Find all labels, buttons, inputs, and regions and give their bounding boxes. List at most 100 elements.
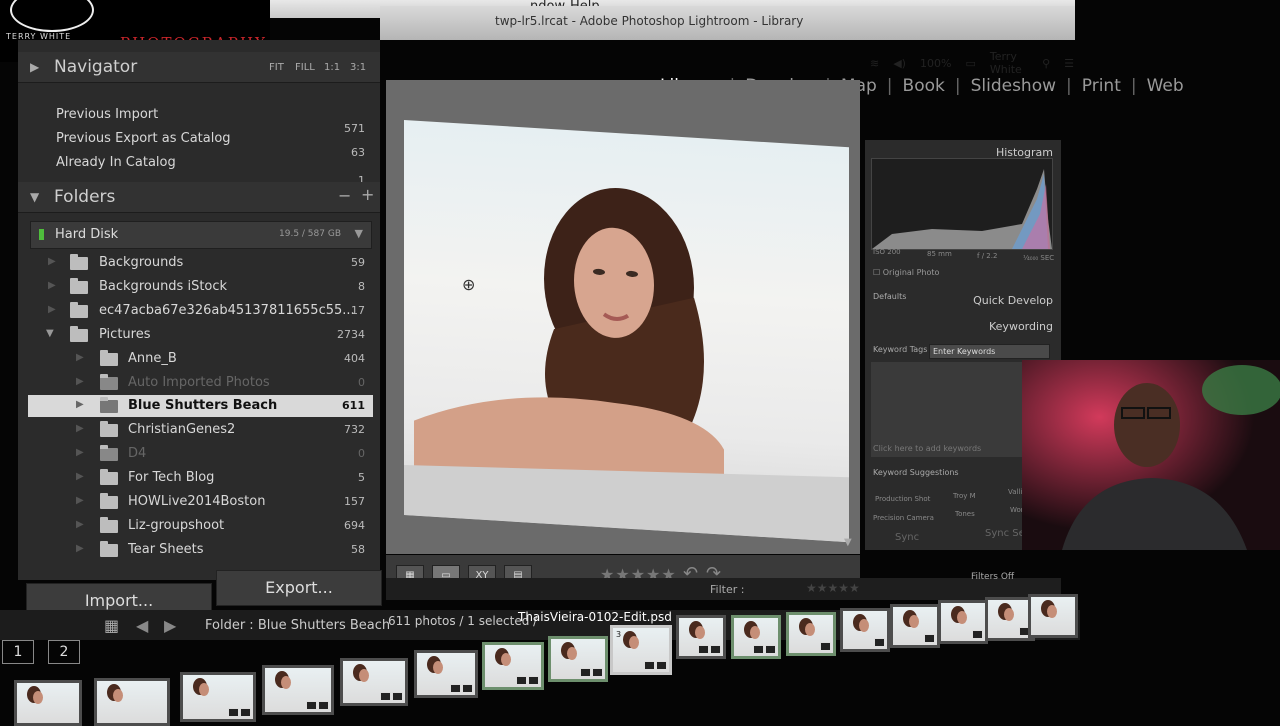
filmstrip-thumbnail[interactable] — [94, 678, 170, 726]
filters-off-select[interactable]: Filters Off — [971, 572, 1014, 582]
volume-menu-icon[interactable]: ▼ — [355, 227, 363, 240]
filmstrip-thumbnail[interactable] — [14, 680, 82, 726]
folder-source-label[interactable]: Folder : Blue Shutters Beach — [205, 618, 390, 633]
disclosure-right-icon[interactable]: ▶ — [76, 495, 84, 506]
keywording-header[interactable]: Keywording — [989, 320, 1053, 333]
zoom-fill[interactable]: FILL — [295, 62, 315, 73]
wifi-icon[interactable]: ≋ — [870, 57, 879, 70]
thumbnail-subject — [695, 626, 705, 639]
filmstrip-thumbnail[interactable] — [731, 615, 781, 659]
thumbnail-subject — [113, 689, 123, 702]
catalog-count: 571 — [344, 122, 365, 135]
zoom-3-1[interactable]: 3:1 — [350, 62, 366, 73]
folder-row[interactable]: ▶ Backgrounds 59 — [28, 252, 373, 274]
original-photo-label: Original Photo — [882, 268, 940, 277]
module-book[interactable]: Book — [903, 76, 945, 96]
arrow-left-icon[interactable]: ◀ — [136, 616, 148, 635]
filmstrip-thumbnail[interactable] — [482, 642, 544, 690]
export-button[interactable]: Export... — [216, 570, 382, 606]
thumbnail-badge-icon — [228, 708, 239, 717]
filmstrip-thumbnail[interactable] — [786, 612, 836, 656]
quick-develop-header[interactable]: Quick Develop — [973, 294, 1053, 307]
folder-row[interactable]: ▶ ChristianGenes2 732 — [28, 419, 373, 441]
folder-row[interactable]: ▶ Auto Imported Photos 0 — [28, 372, 373, 394]
secondary-window-2-button[interactable]: 2 — [48, 640, 80, 664]
disclosure-right-icon[interactable]: ▶ — [76, 519, 84, 530]
volume-status-led — [39, 229, 44, 240]
disclosure-right-icon[interactable]: ▶ — [76, 471, 84, 482]
spotlight-search-icon[interactable]: ⚲ — [1042, 57, 1050, 70]
filmstrip-thumbnail[interactable] — [938, 600, 988, 644]
thumbnail-badge-icon — [580, 668, 591, 677]
user-name[interactable]: Terry White — [990, 50, 1028, 76]
remove-folder-button[interactable]: − — [338, 186, 351, 205]
folder-icon — [100, 469, 118, 485]
battery-icon[interactable]: ▭ — [965, 57, 975, 70]
filmstrip-thumbnail[interactable] — [840, 608, 890, 652]
disclosure-right-icon[interactable]: ▶ — [76, 399, 84, 410]
filter-rating-stars[interactable]: ★★★★★ — [806, 581, 860, 595]
sync-button[interactable]: Sync — [895, 532, 919, 543]
keyword-suggestion[interactable]: Troy M — [953, 492, 976, 500]
selected-filename[interactable]: ThaisVieira-0102-Edit.psd — [518, 610, 672, 624]
filmstrip-thumbnail-selected[interactable]: 3 — [610, 625, 672, 675]
disclosure-right-icon[interactable]: ▶ — [48, 280, 56, 291]
keyword-suggestion[interactable]: Production Shot — [875, 495, 930, 503]
filmstrip-thumbnail[interactable] — [262, 665, 334, 715]
disclosure-right-icon[interactable]: ▶ — [48, 256, 56, 267]
module-web[interactable]: Web — [1147, 76, 1184, 96]
filmstrip-thumbnail[interactable] — [180, 672, 256, 722]
toolbar-menu-icon[interactable]: ▼ — [844, 537, 852, 548]
disclosure-down-icon[interactable]: ▼ — [46, 328, 54, 339]
folder-row[interactable]: ▶ Tear Sheets 58 — [28, 539, 373, 561]
secondary-window-1-button[interactable]: 1 — [2, 640, 34, 664]
folder-icon — [70, 278, 88, 294]
disclosure-right-icon[interactable]: ▶ — [76, 447, 84, 458]
folders-header[interactable]: ▼ Folders − + — [18, 182, 380, 213]
disclosure-right-icon[interactable]: ▶ — [76, 423, 84, 434]
arrow-right-icon[interactable]: ▶ — [164, 616, 176, 635]
filmstrip-thumbnail[interactable] — [414, 650, 478, 698]
add-folder-button[interactable]: + — [361, 185, 374, 204]
folder-row[interactable]: ▶ HOWLive2014Boston 157 — [28, 491, 373, 513]
navigator-header[interactable]: ▶ Navigator FIT FILL 1:1 3:1 — [18, 52, 380, 83]
notification-list-icon[interactable]: ☰ — [1064, 57, 1074, 70]
filmstrip-thumbnail[interactable] — [1028, 594, 1078, 638]
module-slideshow[interactable]: Slideshow — [971, 76, 1056, 96]
folder-row[interactable]: ▶ Liz-groupshoot 694 — [28, 515, 373, 537]
zoom-1-1[interactable]: 1:1 — [324, 62, 340, 73]
disclosure-right-icon[interactable]: ▶ — [76, 543, 84, 554]
keyword-suggestion[interactable]: Precision Camera — [873, 514, 934, 522]
zoom-fit[interactable]: FIT — [269, 62, 284, 73]
volume-hard-disk[interactable]: Hard Disk 19.5 / 587 GB ▼ — [30, 221, 372, 249]
main-photo[interactable] — [404, 120, 849, 543]
filmstrip-thumbnail[interactable] — [676, 615, 726, 659]
disclosure-right-icon[interactable]: ▶ — [48, 304, 56, 315]
folder-row[interactable]: ▶ Anne_B 404 — [28, 348, 373, 370]
original-photo-checkbox[interactable]: ☐ Original Photo — [873, 268, 939, 277]
volume-icon[interactable]: ◀) — [893, 57, 906, 70]
disclosure-right-icon[interactable]: ▶ — [76, 352, 84, 363]
filmstrip-thumbnail[interactable] — [890, 604, 940, 648]
disclosure-right-icon[interactable]: ▶ — [30, 60, 39, 74]
preset-select[interactable]: Defaults — [873, 292, 906, 301]
filmstrip-thumbnail[interactable] — [340, 658, 408, 706]
keyword-suggestion[interactable]: Tones — [955, 510, 975, 518]
folder-row-selected[interactable]: ▶ Blue Shutters Beach 611 — [28, 395, 373, 417]
module-separator: | — [954, 76, 961, 96]
grid-view-icon[interactable]: ▦ — [104, 616, 119, 635]
disclosure-down-icon[interactable]: ▼ — [30, 190, 39, 204]
folder-row[interactable]: ▶ ec47acba67e326ab45137811655c55... 17 — [28, 300, 373, 322]
catalog-previous-import[interactable]: Previous Import — [28, 104, 373, 126]
keyword-tags-input[interactable]: Enter Keywords — [929, 344, 1050, 359]
folder-row[interactable]: ▶ For Tech Blog 5 — [28, 467, 373, 489]
catalog-previous-export[interactable]: Previous Export as Catalog 571 — [28, 122, 373, 150]
folder-row[interactable]: ▼ Pictures 2734 — [28, 324, 373, 346]
filmstrip-thumbnail[interactable] — [548, 636, 608, 682]
folder-row[interactable]: ▶ Backgrounds iStock 8 — [28, 276, 373, 298]
thumbnail-subject — [859, 619, 869, 632]
zoom-status: 100% — [919, 56, 952, 70]
disclosure-right-icon[interactable]: ▶ — [76, 376, 84, 387]
module-print[interactable]: Print — [1082, 76, 1121, 96]
folder-row[interactable]: ▶ D4 0 — [28, 443, 373, 465]
